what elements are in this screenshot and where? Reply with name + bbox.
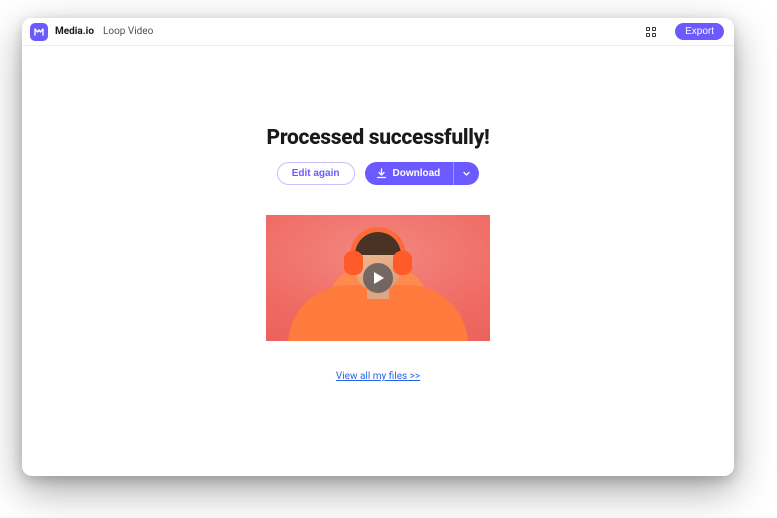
apps-grid-icon[interactable] [644, 25, 658, 39]
action-row: Edit again Download [277, 162, 480, 185]
page-title: Processed successfully! [267, 126, 490, 150]
view-all-files-link[interactable]: View all my files >> [336, 371, 420, 382]
video-preview[interactable] [266, 215, 490, 341]
play-button[interactable] [363, 263, 393, 293]
main-content: Processed successfully! Edit again Downl… [22, 46, 734, 382]
download-button-group: Download [365, 162, 480, 185]
download-icon [376, 168, 387, 179]
download-label: Download [393, 168, 441, 179]
play-icon [374, 272, 384, 284]
edit-again-button[interactable]: Edit again [277, 162, 355, 185]
tool-name: Loop Video [103, 26, 153, 37]
brand-name: Media.io [55, 26, 94, 37]
chevron-down-icon [462, 169, 471, 178]
download-button[interactable]: Download [365, 162, 454, 185]
logo-icon [34, 27, 44, 37]
brand-logo [30, 23, 48, 41]
header-bar: Media.io Loop Video Export [22, 18, 734, 46]
app-window: Media.io Loop Video Export Processed suc… [22, 18, 734, 476]
download-dropdown-button[interactable] [453, 162, 479, 185]
export-button[interactable]: Export [675, 23, 724, 40]
